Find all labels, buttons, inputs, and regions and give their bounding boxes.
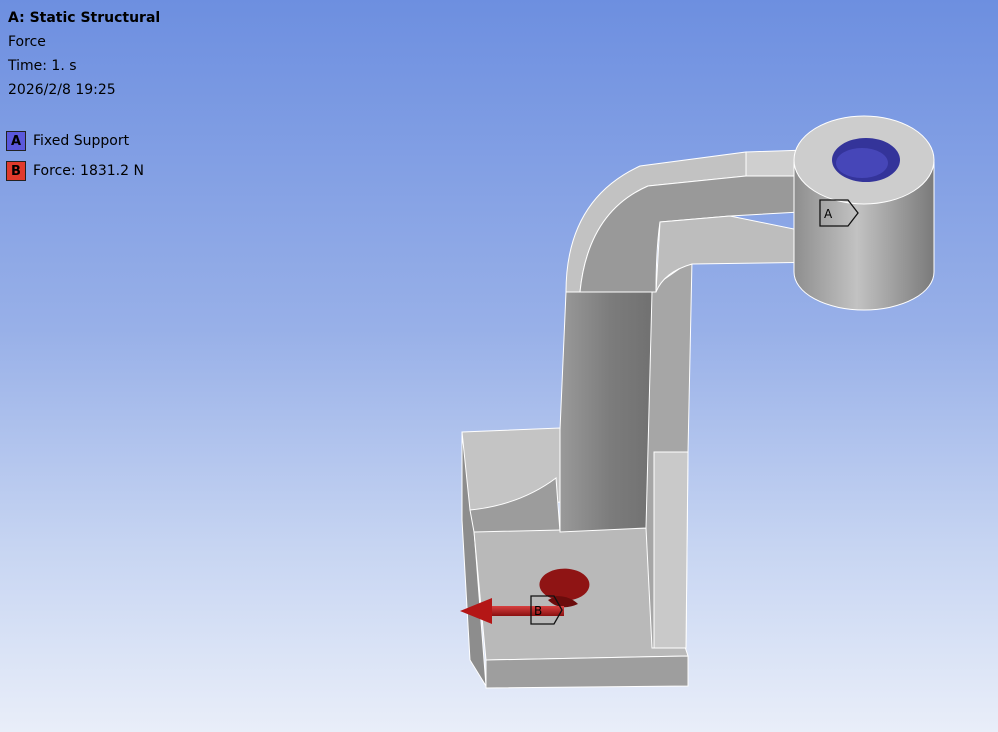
bracket-part[interactable] [461, 115, 935, 689]
tag-a-text: A [824, 207, 833, 221]
base-front-face [485, 655, 689, 689]
model-viewport[interactable]: A B [0, 0, 998, 732]
tag-b-text: B [534, 604, 542, 618]
boss-hole-shade [836, 148, 888, 178]
upright-rib-inner [653, 451, 689, 649]
